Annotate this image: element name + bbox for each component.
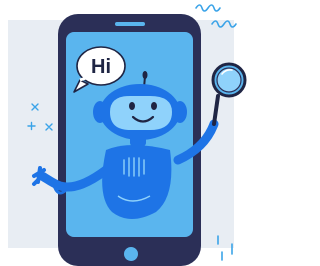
- robot-face: [110, 96, 172, 130]
- phone-home-button: [124, 247, 138, 261]
- speech-bubble-text: Hi: [91, 56, 111, 78]
- robot-left-eye: [129, 102, 135, 110]
- chatbot-illustration: Hi: [0, 0, 251, 266]
- phone-speaker: [115, 22, 145, 26]
- phone-icon: [58, 14, 201, 266]
- robot-right-eye: [151, 102, 157, 110]
- illustration-canvas: Hi: [8, 4, 247, 266]
